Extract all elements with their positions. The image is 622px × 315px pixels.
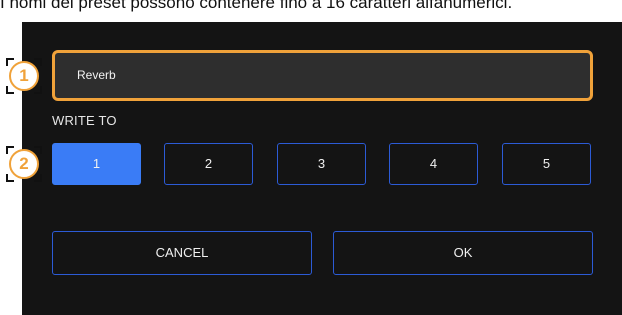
write-slot-2-button[interactable]: 2 — [164, 143, 253, 185]
callout-marker-2: 2 — [6, 146, 42, 182]
callout-number-1: 1 — [9, 61, 39, 91]
ok-button[interactable]: OK — [333, 231, 593, 275]
corner-mark — [6, 174, 14, 182]
corner-mark — [34, 146, 42, 154]
corner-mark — [34, 58, 42, 66]
write-slot-5-button[interactable]: 5 — [502, 143, 591, 185]
write-slot-4-button[interactable]: 4 — [389, 143, 478, 185]
write-slot-1-button[interactable]: 1 — [52, 143, 141, 185]
manual-caption: I nomi dei preset possono contenere fino… — [0, 0, 513, 12]
write-to-label: WRITE TO — [52, 113, 117, 128]
manual-page: I nomi dei preset possono contenere fino… — [0, 0, 622, 315]
corner-mark — [6, 86, 14, 94]
write-slot-3-button[interactable]: 3 — [277, 143, 366, 185]
callout-marker-1: 1 — [6, 58, 42, 94]
callout-number-2: 2 — [9, 149, 39, 179]
cancel-button[interactable]: CANCEL — [52, 231, 312, 275]
corner-mark — [34, 86, 42, 94]
preset-name-field[interactable]: Reverb — [52, 50, 593, 101]
corner-mark — [34, 174, 42, 182]
